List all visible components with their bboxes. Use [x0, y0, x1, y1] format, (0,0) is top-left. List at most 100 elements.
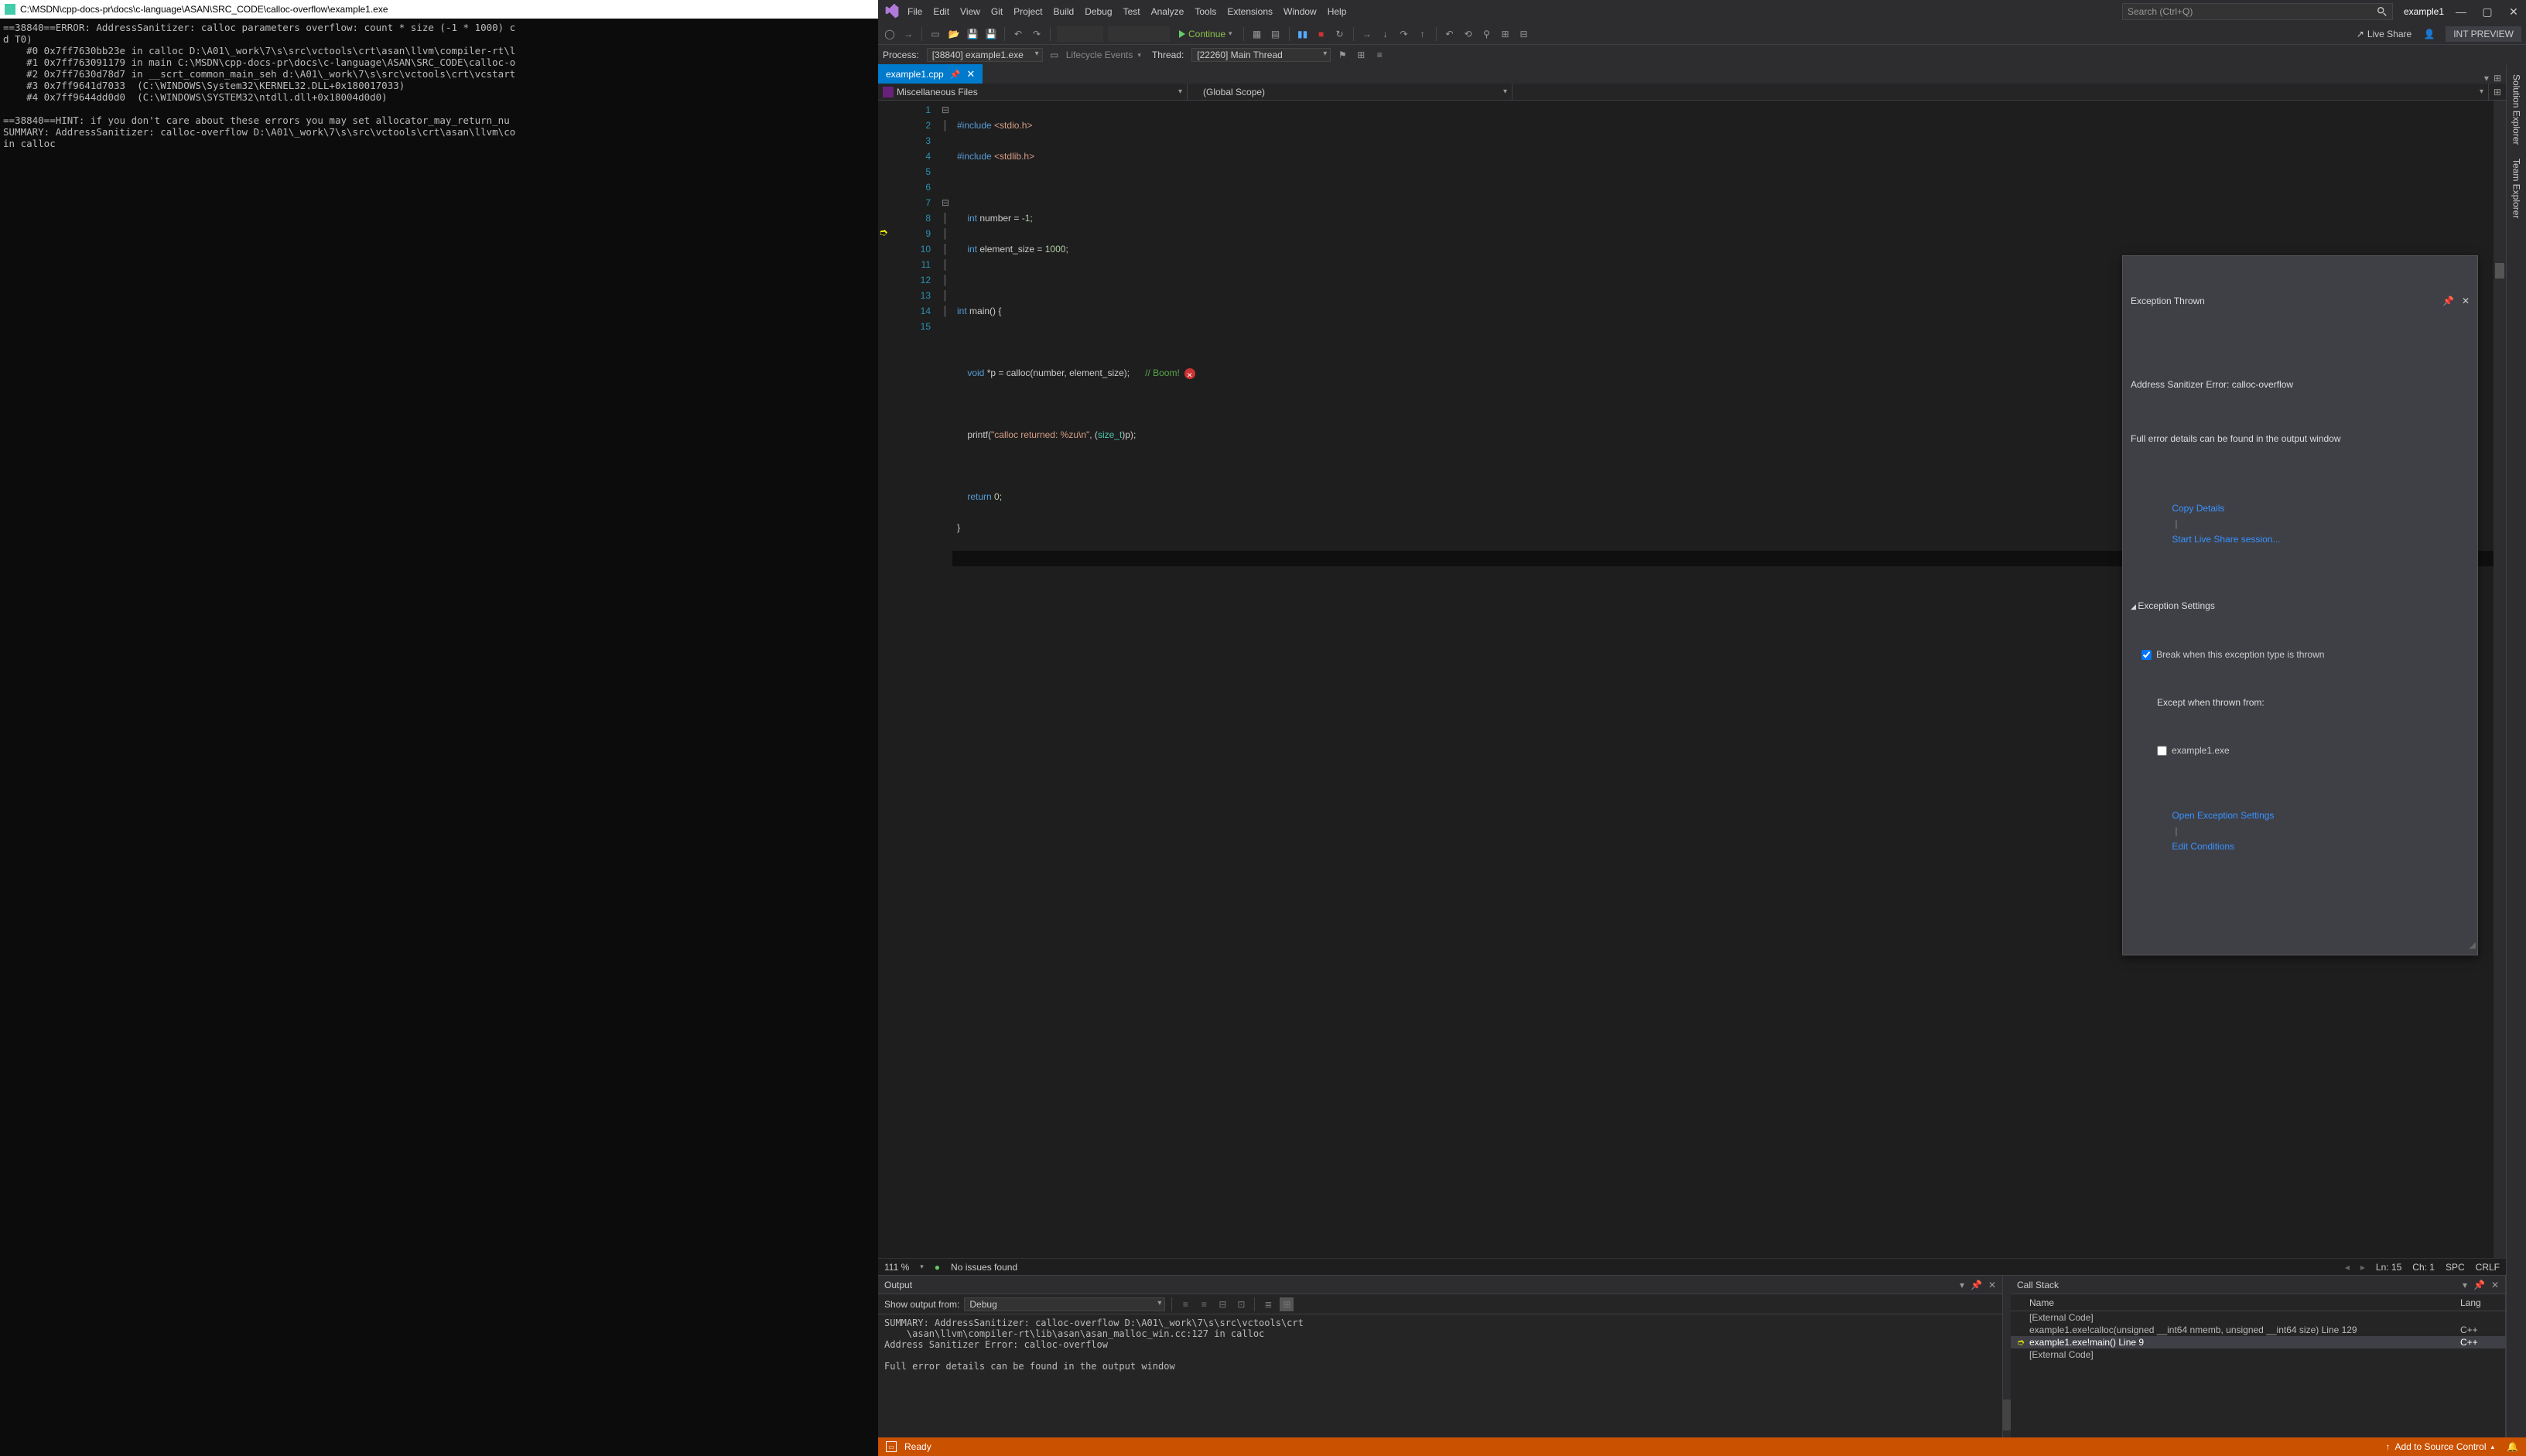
notifications-icon[interactable]: 🔔	[2507, 1441, 2518, 1452]
open-file-icon[interactable]: 📂	[947, 27, 961, 41]
line-info[interactable]: Ln: 15	[2376, 1262, 2401, 1273]
output-tb-icon-6[interactable]: ⊞	[1280, 1297, 1294, 1311]
break-on-exception-checkbox[interactable]: Break when this exception type is thrown	[2141, 647, 2470, 662]
step-into-icon[interactable]: ↓	[1379, 27, 1393, 41]
undo-icon[interactable]: ↶	[1011, 27, 1025, 41]
split-editor-icon[interactable]: ⊞	[2489, 84, 2506, 100]
pin-icon[interactable]: 📌	[950, 70, 961, 80]
tb-icon-c[interactable]: ⚲	[1480, 27, 1494, 41]
output-pin-icon[interactable]: 📌	[1971, 1280, 1982, 1290]
nav-project-combo[interactable]: Miscellaneous Files	[878, 84, 1188, 100]
tab-close-icon[interactable]: ✕	[966, 68, 975, 80]
maximize-button[interactable]: ▢	[2481, 5, 2494, 19]
output-source-combo[interactable]: Debug	[964, 1297, 1165, 1311]
liveshare-button[interactable]: ↗ Live Share	[2350, 29, 2418, 39]
menu-help[interactable]: Help	[1328, 6, 1347, 17]
output-tb-icon-5[interactable]: ≣	[1261, 1297, 1275, 1311]
exception-close-icon[interactable]: ✕	[2462, 293, 2470, 309]
redo-icon[interactable]: ↷	[1030, 27, 1044, 41]
exception-settings-header[interactable]: Exception Settings	[2131, 598, 2470, 614]
callstack-dropdown-icon[interactable]: ▾	[2463, 1280, 2467, 1290]
output-tb-icon-4[interactable]: ⊡	[1234, 1297, 1248, 1311]
minimize-button[interactable]: —	[2455, 5, 2467, 18]
except-item-checkbox[interactable]: example1.exe	[2157, 743, 2470, 758]
zoom-level[interactable]: 111 %	[884, 1262, 909, 1273]
open-exception-settings-link[interactable]: Open Exception Settings	[2172, 810, 2274, 821]
nav-right-icon[interactable]: ▸	[2360, 1262, 2365, 1273]
code-area[interactable]: #include <stdio.h> #include <stdlib.h> i…	[952, 101, 2494, 1258]
breakpoint-margin[interactable]: ➮	[878, 101, 892, 1258]
callstack-row[interactable]: [External Code]	[2011, 1348, 2505, 1361]
thread-frame-icon[interactable]: ⊞	[1354, 48, 1368, 62]
step-next-icon[interactable]: →	[1360, 27, 1374, 41]
callstack-row[interactable]: [External Code]	[2011, 1311, 2505, 1324]
tb-icon-b[interactable]: ⟲	[1461, 27, 1475, 41]
char-info[interactable]: Ch: 1	[2412, 1262, 2435, 1273]
menu-build[interactable]: Build	[1054, 6, 1075, 17]
close-button[interactable]: ✕	[2507, 5, 2520, 19]
scroll-thumb[interactable]	[2495, 263, 2504, 279]
console-titlebar[interactable]: C:\MSDN\cpp-docs-pr\docs\c-language\ASAN…	[0, 0, 878, 19]
splitter-grip-icon[interactable]	[2003, 1400, 2011, 1430]
fold-margin[interactable]: ⊟│ ⊟│││││││	[938, 101, 952, 1258]
exception-pin-icon[interactable]: 📌	[2442, 293, 2454, 309]
nav-left-icon[interactable]: ◂	[2345, 1262, 2350, 1273]
start-liveshare-link[interactable]: Start Live Share session...	[2172, 534, 2280, 545]
copy-details-link[interactable]: Copy Details	[2172, 503, 2224, 514]
process-combo[interactable]: [38840] example1.exe	[927, 48, 1043, 62]
menu-project[interactable]: Project	[1013, 6, 1042, 17]
stop-icon[interactable]: ■	[1314, 27, 1328, 41]
menu-extensions[interactable]: Extensions	[1227, 6, 1273, 17]
tb-icon-e[interactable]: ⊟	[1517, 27, 1531, 41]
callstack-row-active[interactable]: ➮ example1.exe!main() Line 9 C++	[2011, 1336, 2505, 1348]
output-close-icon[interactable]: ✕	[1988, 1280, 1996, 1290]
tab-example1[interactable]: example1.cpp 📌 ✕	[878, 64, 983, 84]
tb-icon-d[interactable]: ⊞	[1499, 27, 1513, 41]
menu-test[interactable]: Test	[1123, 6, 1140, 17]
editor-scrollbar[interactable]	[2494, 101, 2506, 1258]
output-body[interactable]: SUMMARY: AddressSanitizer: calloc-overfl…	[878, 1314, 2002, 1437]
platform-combo[interactable]	[1108, 26, 1170, 42]
new-project-icon[interactable]: ▭	[928, 27, 942, 41]
panel-splitter[interactable]	[2003, 1276, 2011, 1437]
lifecycle-label[interactable]: Lifecycle Events	[1066, 50, 1133, 60]
tab-dropdown-icon[interactable]: ▾	[2484, 73, 2489, 84]
solution-explorer-tab[interactable]: Solution Explorer	[2509, 68, 2524, 151]
source-control-button[interactable]: Add to Source Control	[2394, 1441, 2486, 1452]
output-dropdown-icon[interactable]: ▾	[1960, 1280, 1964, 1290]
tb-icon-2[interactable]: ▤	[1269, 27, 1283, 41]
feedback-icon[interactable]: 👤	[2422, 27, 2436, 41]
team-explorer-tab[interactable]: Team Explorer	[2509, 152, 2524, 224]
restart-icon[interactable]: ↻	[1333, 27, 1347, 41]
nav-fwd-icon[interactable]: →	[901, 27, 915, 41]
resize-grip-icon[interactable]: ◢	[2470, 938, 2476, 953]
menu-analyze[interactable]: Analyze	[1151, 6, 1184, 17]
save-all-icon[interactable]: 💾	[984, 27, 998, 41]
thread-combo[interactable]: [22260] Main Thread	[1191, 48, 1331, 62]
menu-edit[interactable]: Edit	[933, 6, 949, 17]
tb-icon-1[interactable]: ▦	[1250, 27, 1264, 41]
callstack-pin-icon[interactable]: 📌	[2473, 1280, 2485, 1290]
menu-tools[interactable]: Tools	[1195, 6, 1216, 17]
continue-button[interactable]: Continue ▾	[1174, 29, 1237, 39]
lifecycle-icon[interactable]: ▭	[1048, 48, 1061, 62]
thread-flag-icon[interactable]: ⚑	[1335, 48, 1349, 62]
code-editor[interactable]: ➮ 1 2 3 4 5 6 7 8 9 10 11 12 13 14	[878, 101, 2506, 1258]
save-icon[interactable]: 💾	[966, 27, 979, 41]
line-endings[interactable]: CRLF	[2476, 1262, 2500, 1273]
menu-debug[interactable]: Debug	[1085, 6, 1112, 17]
menu-git[interactable]: Git	[991, 6, 1003, 17]
step-out-icon[interactable]: ↑	[1416, 27, 1430, 41]
tab-overflow-icon[interactable]: ⊞	[2494, 73, 2501, 84]
callstack-row[interactable]: example1.exe!calloc(unsigned __int64 nme…	[2011, 1324, 2505, 1336]
thread-stack-icon[interactable]: ≡	[1372, 48, 1386, 62]
whitespace-mode[interactable]: SPC	[2446, 1262, 2465, 1273]
menu-window[interactable]: Window	[1284, 6, 1317, 17]
edit-conditions-link[interactable]: Edit Conditions	[2172, 841, 2234, 852]
output-tb-icon-2[interactable]: ≡	[1197, 1297, 1211, 1311]
issues-text[interactable]: No issues found	[951, 1262, 1017, 1273]
output-tb-icon-3[interactable]: ⊟	[1215, 1297, 1229, 1311]
nav-member-combo[interactable]	[1513, 84, 2489, 100]
callstack-col-name[interactable]: Name	[2029, 1297, 2460, 1308]
output-tb-icon-1[interactable]: ≡	[1178, 1297, 1192, 1311]
